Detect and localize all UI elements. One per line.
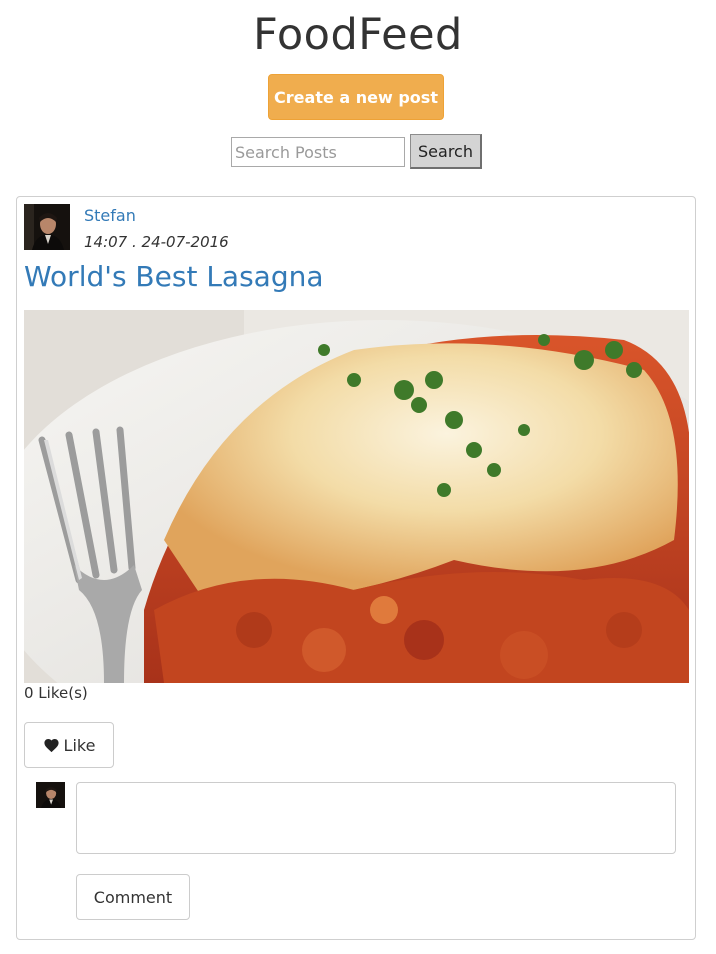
- search-input[interactable]: [231, 137, 405, 167]
- post-title[interactable]: World's Best Lasagna: [24, 260, 324, 293]
- comment-button[interactable]: Comment: [76, 874, 190, 920]
- heart-icon: [43, 737, 60, 753]
- like-button[interactable]: Like: [24, 722, 114, 768]
- likes-count: 0 Like(s): [24, 684, 88, 702]
- post-card: Stefan 14:07 . 24-07-2016 World's Best L…: [16, 196, 696, 940]
- post-author[interactable]: Stefan: [84, 206, 136, 225]
- like-button-label: Like: [63, 735, 96, 755]
- app-title: FoodFeed: [253, 10, 463, 60]
- comment-avatar: [36, 782, 65, 808]
- create-post-button[interactable]: Create a new post: [268, 74, 444, 120]
- comment-input[interactable]: [76, 782, 676, 854]
- post-timestamp: 14:07 . 24-07-2016: [84, 233, 229, 251]
- post-image: [24, 310, 689, 683]
- search-button[interactable]: Search: [410, 134, 482, 169]
- avatar[interactable]: [24, 204, 70, 250]
